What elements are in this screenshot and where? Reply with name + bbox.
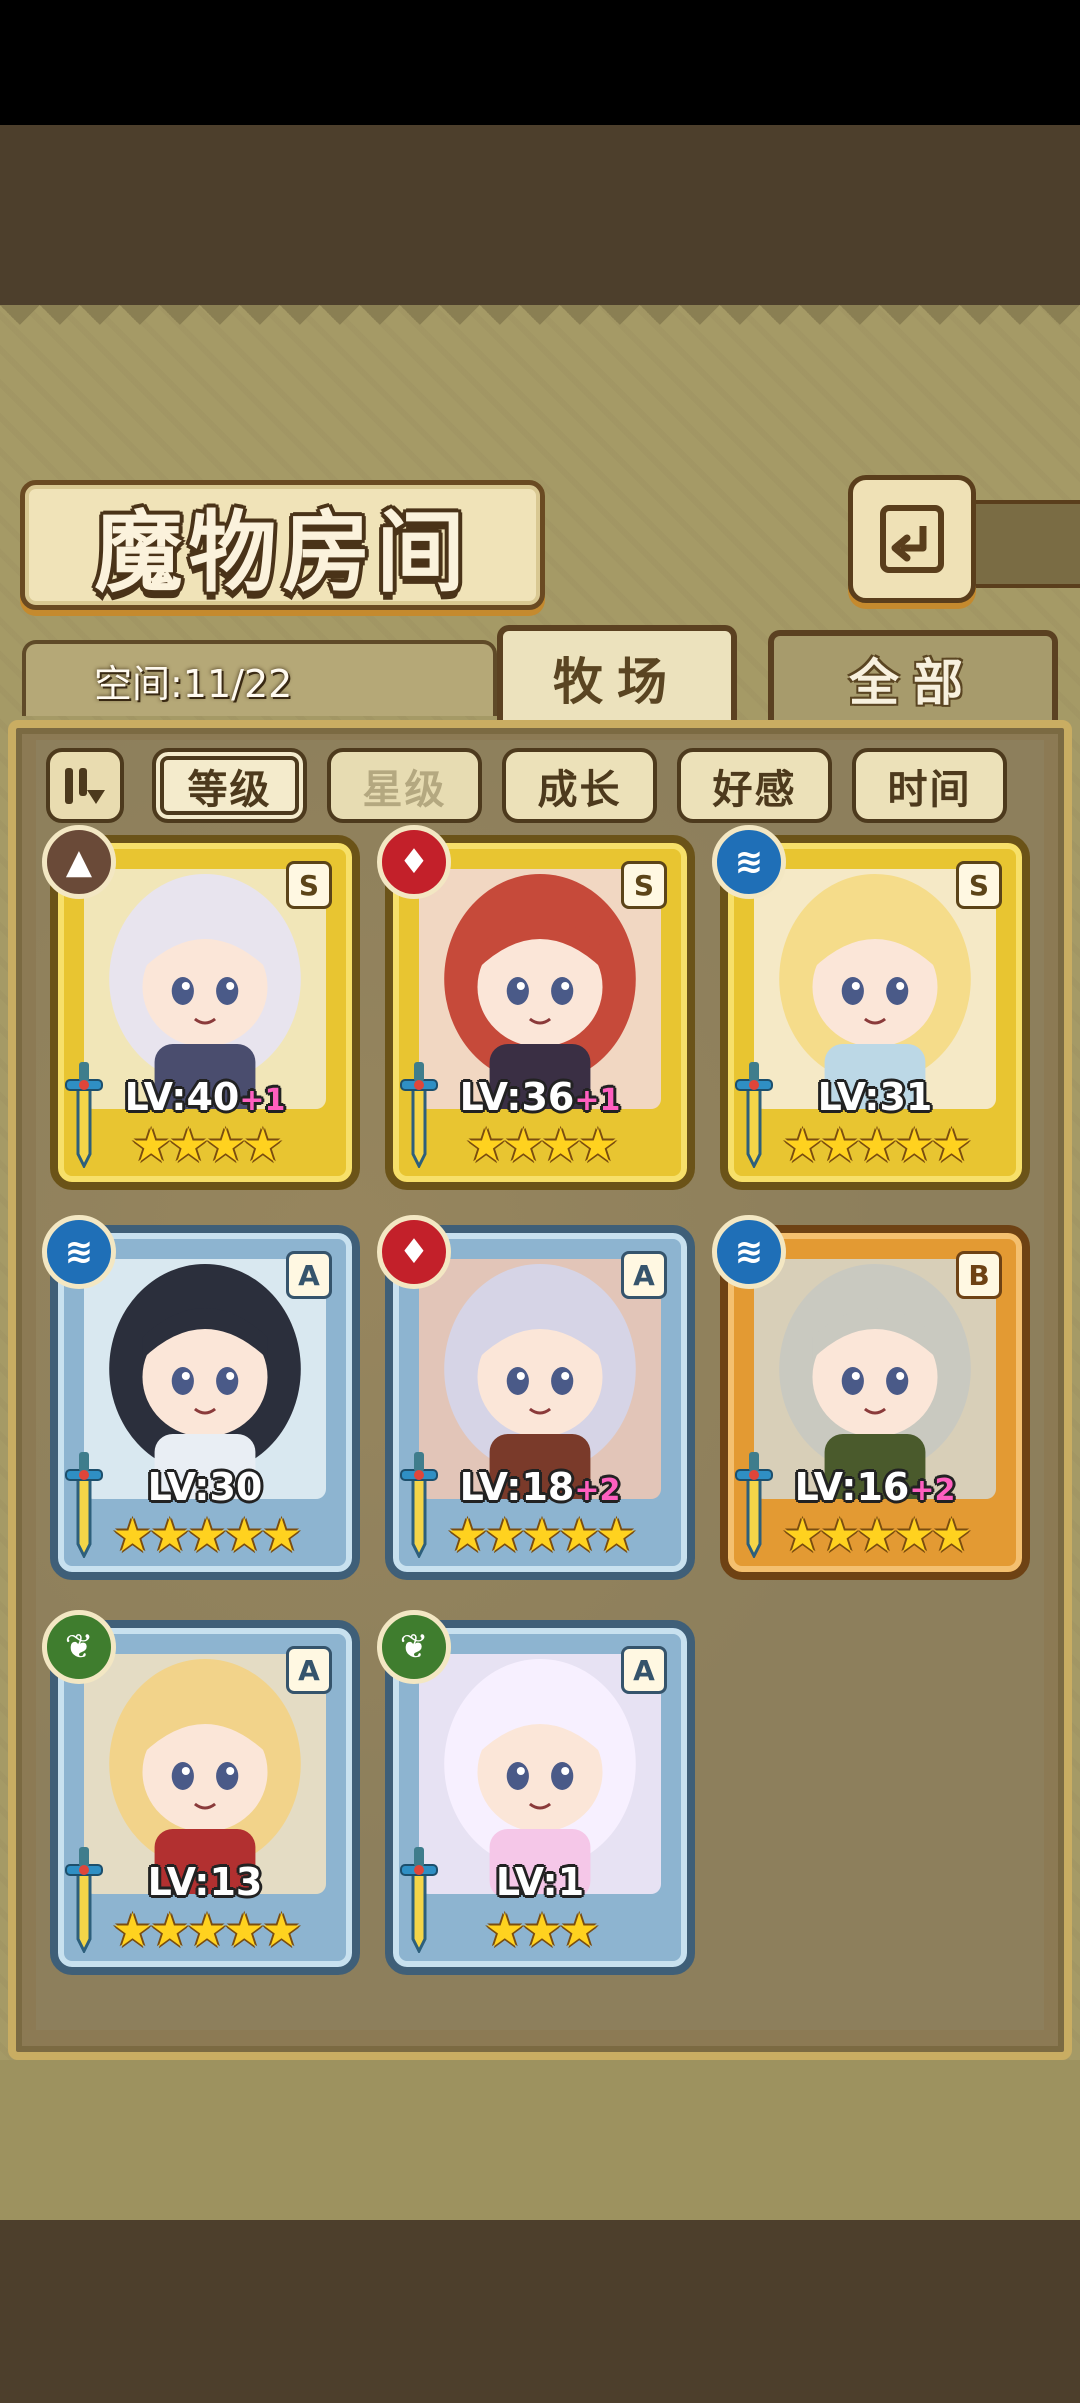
monster-card[interactable]: S ▲ LV:40+1 ★★★★ <box>42 825 360 1190</box>
level-value: LV:30 <box>147 1465 263 1509</box>
star-rating: ★★★★★ <box>111 1903 302 1957</box>
space-capacity: 空间:11/22 <box>94 661 293 706</box>
rarity-badge: B <box>956 1251 1002 1299</box>
star-rating: ★★★★ <box>130 1118 284 1172</box>
level-value: LV:13 <box>147 1860 263 1904</box>
star-rating: ★★★★★ <box>781 1118 972 1172</box>
monster-level: LV:13 <box>58 1860 352 1904</box>
rarity-badge: S <box>956 861 1002 909</box>
star-rating: ★★★★★ <box>111 1508 302 1562</box>
filter-star-button[interactable]: 星级 <box>327 748 482 823</box>
filter-level-label: 等级 <box>187 766 272 813</box>
water-element-icon: ≋ <box>42 1215 116 1289</box>
monster-card[interactable]: S ≋ LV:31 ★★★★★ <box>712 825 1030 1190</box>
tab-all-label: 全部 <box>849 653 977 712</box>
rarity-badge: S <box>621 861 667 909</box>
rarity-badge: S <box>286 861 332 909</box>
filter-affection-button[interactable]: 好感 <box>677 748 832 823</box>
wood-element-icon: ❦ <box>42 1610 116 1684</box>
rarity-badge: A <box>286 1646 332 1694</box>
back-button[interactable] <box>848 475 976 603</box>
top-map-strip <box>0 125 1080 305</box>
level-value: LV:36 <box>459 1075 575 1119</box>
level-value: LV:18 <box>459 1465 575 1509</box>
level-value: LV:31 <box>817 1075 933 1119</box>
star-rating: ★★★★★ <box>446 1508 637 1562</box>
monster-card[interactable]: A ♦ LV:18+2 ★★★★★ <box>377 1215 695 1580</box>
monster-card[interactable]: A ❦ LV:1 ★★★ <box>377 1610 695 1975</box>
monster-level: LV:1 <box>393 1860 687 1904</box>
monster-card[interactable]: S ♦ LV:36+1 ★★★★ <box>377 825 695 1190</box>
sort-order-icon <box>65 767 73 804</box>
filter-level-button[interactable]: 等级 <box>152 748 307 823</box>
star-rating: ★★★ <box>484 1903 600 1957</box>
tab-ranch[interactable]: 牧场 <box>497 625 737 725</box>
filter-star-label: 星级 <box>362 766 447 813</box>
rarity-badge: A <box>621 1251 667 1299</box>
filter-time-label: 时间 <box>887 766 972 813</box>
filter-growth-label: 成长 <box>537 766 622 813</box>
space-capacity-box: 空间:11/22 <box>22 640 497 716</box>
earth-element-icon: ▲ <box>42 825 116 899</box>
monster-level: LV:18+2 <box>393 1465 687 1509</box>
filter-time-button[interactable]: 时间 <box>852 748 1007 823</box>
star-rating: ★★★★ <box>465 1118 619 1172</box>
filter-growth-button[interactable]: 成长 <box>502 748 657 823</box>
monster-card[interactable]: A ≋ LV:30 ★★★★★ <box>42 1215 360 1580</box>
star-rating: ★★★★★ <box>781 1508 972 1562</box>
tab-ranch-label: 牧场 <box>553 652 681 711</box>
fire-element-icon: ♦ <box>377 1215 451 1289</box>
fire-element-icon: ♦ <box>377 825 451 899</box>
monster-level: LV:30 <box>58 1465 352 1509</box>
wood-element-icon: ❦ <box>377 1610 451 1684</box>
rarity-badge: A <box>286 1251 332 1299</box>
level-bonus: +1 <box>574 1083 621 1118</box>
sort-order-icon-arrow <box>87 789 105 804</box>
panel-footer <box>0 2060 1080 2220</box>
sort-order-button[interactable] <box>46 748 124 823</box>
sort-order-icon-bar <box>79 767 87 796</box>
rarity-badge: A <box>621 1646 667 1694</box>
monster-level: LV:31 <box>728 1075 1022 1119</box>
level-bonus: +2 <box>909 1473 956 1508</box>
back-button-rail <box>966 500 1080 588</box>
level-value: LV:1 <box>495 1860 585 1904</box>
page-title-plaque: 魔物房间 <box>20 480 545 610</box>
water-element-icon: ≋ <box>712 1215 786 1289</box>
monster-level: LV:40+1 <box>58 1075 352 1119</box>
monster-level: LV:16+2 <box>728 1465 1022 1509</box>
bottom-map-strip <box>0 2220 1080 2403</box>
monster-card[interactable]: A ❦ LV:13 ★★★★★ <box>42 1610 360 1975</box>
level-value: LV:16 <box>794 1465 910 1509</box>
status-bar <box>0 0 1080 125</box>
page-title: 魔物房间 <box>94 499 471 604</box>
level-bonus: +1 <box>239 1083 286 1118</box>
monster-card[interactable]: B ≋ LV:16+2 ★★★★★ <box>712 1215 1030 1580</box>
filter-affection-label: 好感 <box>712 766 797 813</box>
water-element-icon: ≋ <box>712 825 786 899</box>
tab-all[interactable]: 全部 <box>768 630 1058 722</box>
level-value: LV:40 <box>124 1075 240 1119</box>
panel-top-edge <box>0 305 1080 345</box>
return-arrow-icon <box>880 505 944 573</box>
level-bonus: +2 <box>574 1473 621 1508</box>
monster-level: LV:36+1 <box>393 1075 687 1119</box>
